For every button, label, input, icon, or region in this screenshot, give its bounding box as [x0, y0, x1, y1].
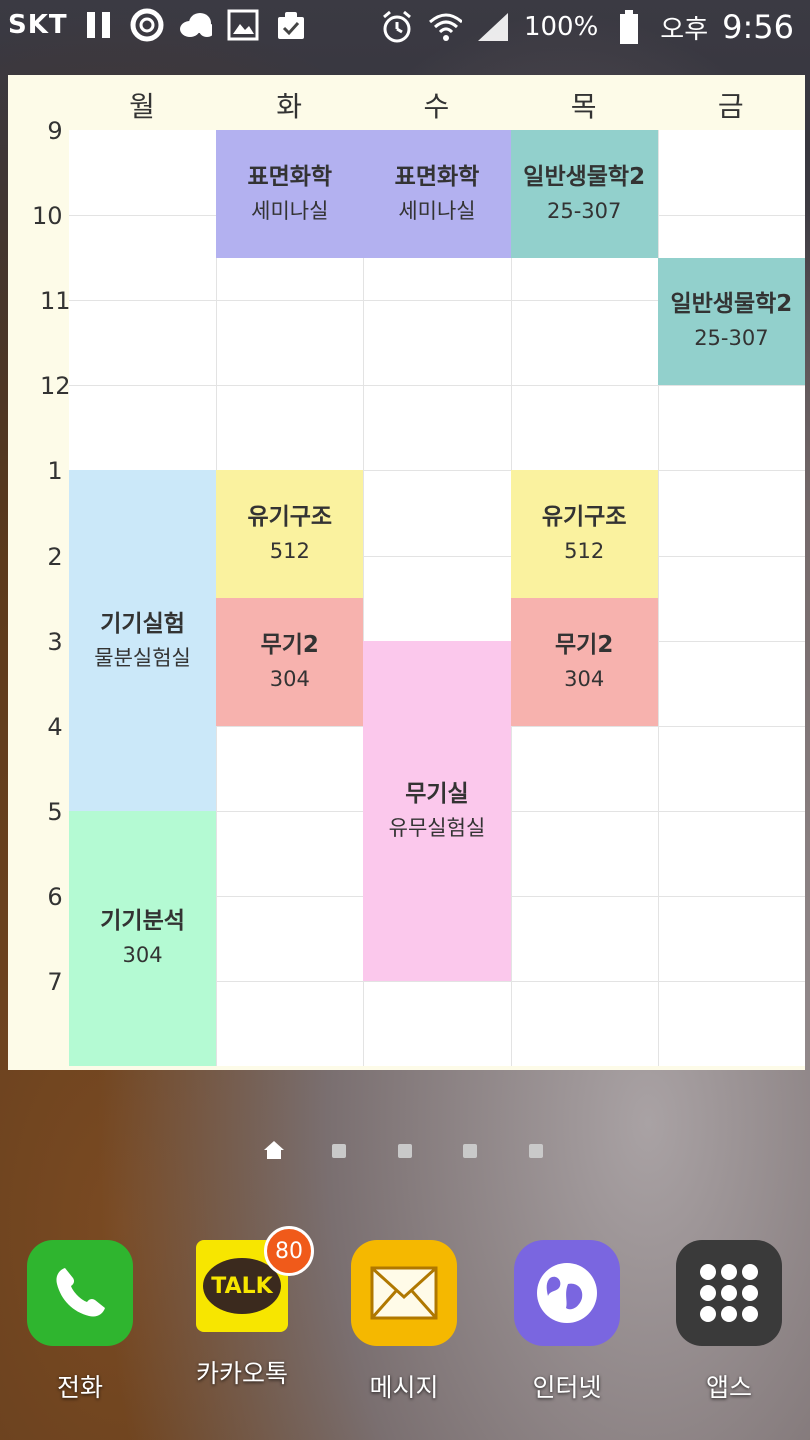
- hour-label: 2: [47, 542, 63, 571]
- class-block[interactable]: 유기구조 512: [510, 470, 658, 599]
- day-header: 금: [717, 90, 744, 123]
- class-block[interactable]: 일반생물학2 25-307: [657, 257, 805, 386]
- hour-label: 6: [47, 882, 63, 911]
- class-name: 무기2: [555, 631, 614, 658]
- class-room: 25-307: [694, 326, 769, 351]
- class-name: 유기구조: [247, 504, 333, 531]
- app-label: 카카오톡: [195, 1359, 288, 1388]
- page-dot[interactable]: [398, 1144, 412, 1158]
- class-name: 기기실험: [100, 610, 185, 637]
- class-name: 무기2: [260, 631, 319, 658]
- page-dot[interactable]: [529, 1144, 543, 1158]
- class-block[interactable]: 무기2 304: [510, 598, 658, 726]
- dock-app-phone[interactable]: 전화: [10, 1240, 150, 1404]
- wifi-icon: [428, 10, 462, 44]
- class-block[interactable]: 표면화학세미나실: [363, 130, 511, 258]
- globe-icon[interactable]: [514, 1240, 620, 1346]
- clock-ampm: 오후: [660, 14, 709, 45]
- class-name: 무기실: [405, 780, 469, 807]
- dock-app-kakaotalk[interactable]: TALK 80 카카오톡: [172, 1226, 314, 1390]
- class-room: 512: [269, 539, 310, 564]
- day-header: 수: [423, 90, 450, 123]
- hour-label: 9: [47, 117, 63, 145]
- page-dot[interactable]: [332, 1144, 346, 1158]
- class-name: 기기분석: [100, 908, 185, 935]
- hour-label: 10: [32, 202, 63, 231]
- class-room: 세미나실: [251, 198, 329, 223]
- class-room: 304: [564, 666, 605, 691]
- phone-icon[interactable]: [27, 1240, 133, 1346]
- dock-app-globe[interactable]: 인터넷: [497, 1240, 637, 1404]
- home-page-icon[interactable]: [263, 1140, 285, 1160]
- gallery-icon: [226, 8, 260, 42]
- day-header: 월: [129, 90, 155, 123]
- day-header: 화: [276, 90, 303, 123]
- hour-label: 1: [47, 457, 63, 486]
- kakaotalk-icon[interactable]: TALK 80: [196, 1226, 314, 1332]
- battery-icon: [612, 10, 646, 44]
- signal-icon: [476, 10, 510, 44]
- hour-label: 7: [47, 968, 63, 996]
- clock-time: 9:56: [722, 8, 794, 46]
- class-room: 25-307: [546, 198, 622, 223]
- app-label: 메시지: [369, 1373, 439, 1402]
- app-label: 전화: [56, 1373, 103, 1402]
- class-block[interactable]: 무기실유무실험실: [363, 640, 511, 981]
- envelope-icon[interactable]: [351, 1240, 457, 1346]
- page-indicator: [0, 1140, 810, 1162]
- hour-label: 12: [40, 372, 71, 401]
- class-block[interactable]: 유기구조 512: [216, 470, 364, 599]
- grid-line: [69, 385, 805, 387]
- apps-grid-icon[interactable]: [676, 1240, 782, 1346]
- carrier-label: SKT: [8, 10, 68, 40]
- app-label: 앱스: [705, 1373, 752, 1402]
- notification-badge: 80: [264, 1226, 314, 1276]
- class-room: 512: [564, 539, 605, 564]
- class-name: 유기구조: [541, 504, 627, 531]
- alarm-icon: [380, 10, 414, 44]
- class-block[interactable]: 일반생물학2 25-307: [510, 130, 658, 258]
- clipboard-check-icon: [274, 8, 308, 42]
- class-room: 물분실험실: [94, 645, 191, 670]
- camera-aperture-icon: [130, 8, 164, 42]
- class-name: 일반생물학2: [670, 291, 793, 318]
- dock-app-apps-grid[interactable]: 앱스: [659, 1240, 799, 1404]
- class-room: 유무실험실: [388, 815, 486, 840]
- class-block[interactable]: 무기2 304: [216, 598, 364, 726]
- hour-label: 4: [47, 712, 63, 741]
- class-name: 표면화학: [394, 163, 480, 190]
- cloud-icon: [178, 8, 212, 42]
- class-room: 304: [269, 666, 310, 691]
- dock-app-envelope[interactable]: 메시지: [334, 1240, 474, 1404]
- app-label: 인터넷: [532, 1373, 602, 1402]
- class-name: 표면화학: [247, 163, 333, 190]
- battery-percent: 100%: [523, 12, 599, 42]
- hour-label: 5: [47, 797, 63, 826]
- pause-icon: [82, 8, 116, 42]
- timetable-widget[interactable]: 표면화학 세미나실 표면화학 세미나실 일반생물학2 25-307 일반생물학2 25-307…: [8, 75, 805, 1070]
- class-room: 304: [122, 943, 163, 968]
- hour-label: 3: [47, 627, 63, 656]
- class-block[interactable]: 기기분석 304: [69, 810, 217, 1067]
- day-header: 목: [570, 90, 597, 123]
- class-room: 세미나실: [398, 198, 476, 223]
- class-name: 일반생물학2: [523, 163, 646, 190]
- page-dot[interactable]: [463, 1144, 477, 1158]
- timetable-grid: 표면화학 세미나실 표면화학 세미나실 일반생물학2 25-307 일반생물학2 25-307…: [69, 130, 805, 1067]
- hour-label: 11: [40, 287, 71, 316]
- class-block[interactable]: 기기실험물분실험실: [69, 470, 217, 811]
- class-block[interactable]: 표면화학세미나실: [216, 130, 364, 258]
- status-bar: SKT 100% 오후 9:56: [0, 0, 810, 56]
